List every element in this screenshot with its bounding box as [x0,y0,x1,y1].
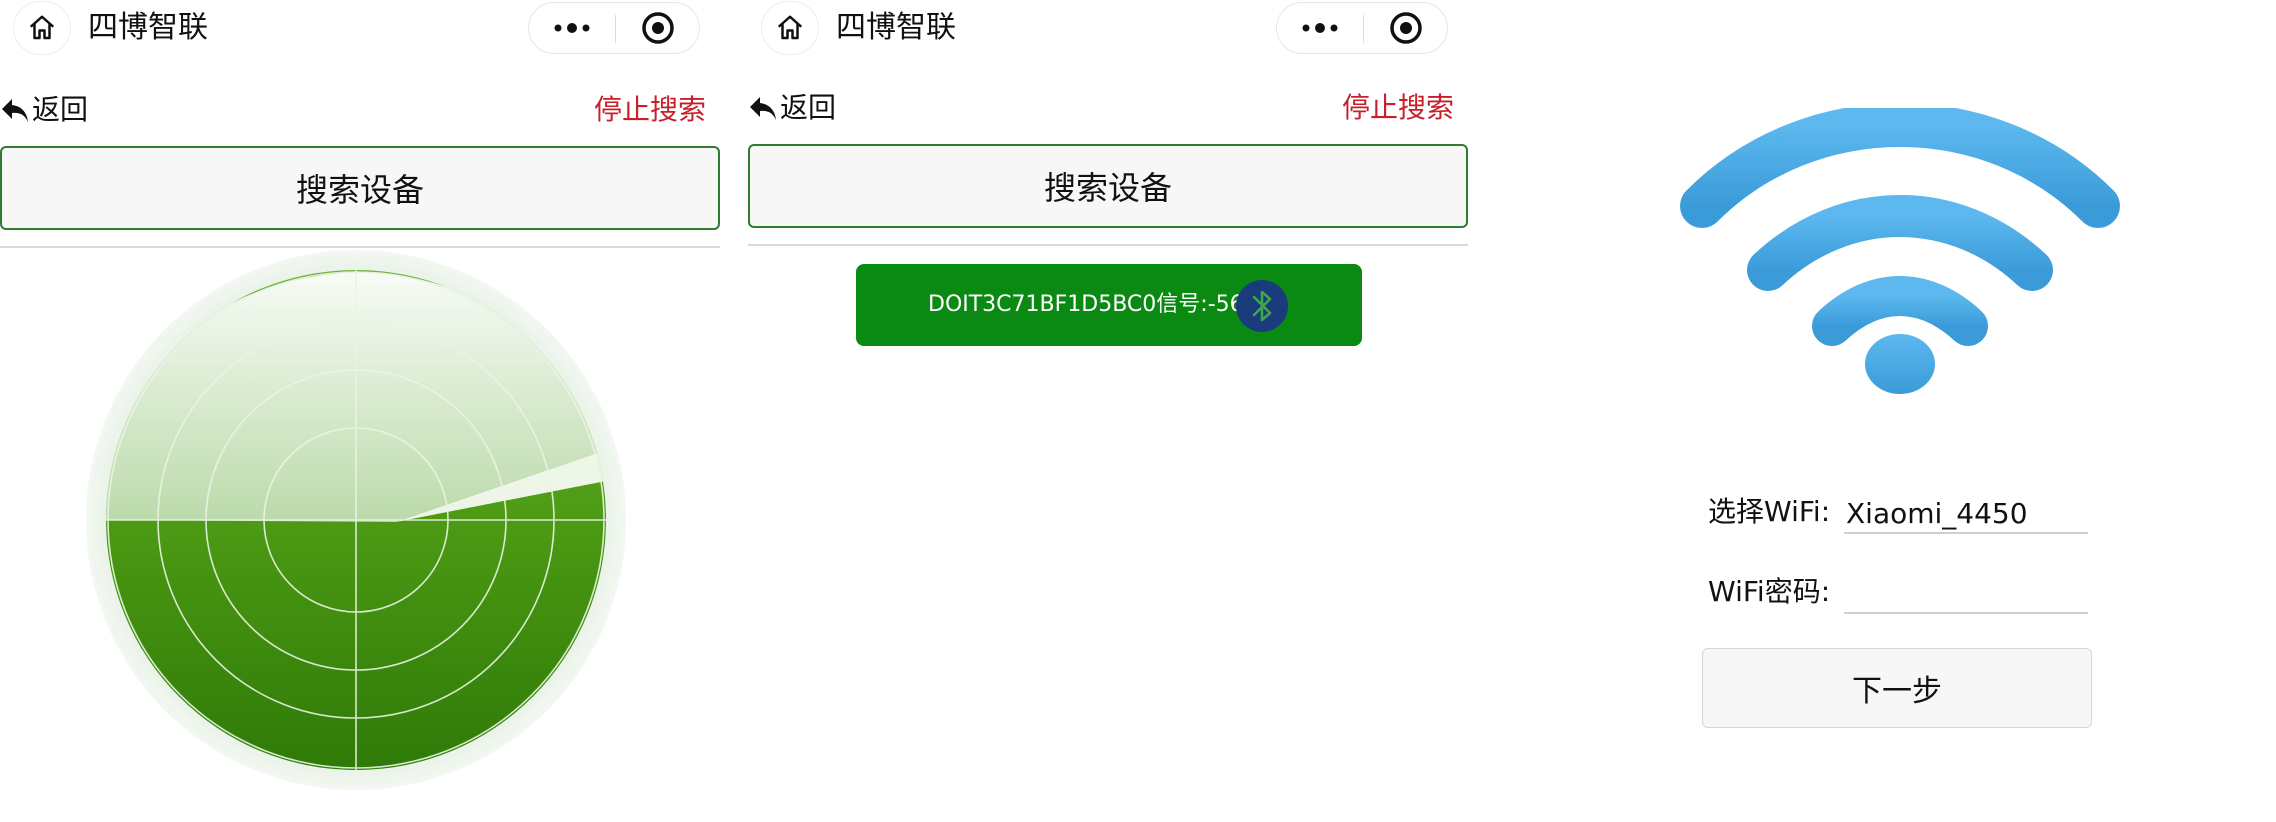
stop-search-link[interactable]: 停止搜索 [594,92,706,128]
navbar: 四博智联 [0,0,720,56]
home-icon [29,15,55,40]
password-field[interactable] [1844,574,2088,614]
more-dots-icon [554,23,590,33]
bluetooth-icon [1252,290,1272,322]
device-name: DOIT3C71BF1D5BC0信号:-56 [928,264,1244,346]
device-signal-label: 信号: [1156,292,1208,317]
back-label: 返回 [32,93,89,126]
capsule-menu [1276,2,1448,54]
wifi-config-screen: 选择WiFi: WiFi密码: 下一步 [1470,0,2276,822]
back-arrow-icon [2,99,28,122]
back-link[interactable]: 返回 [748,90,836,126]
app-title: 四博智联 [88,10,208,45]
ssid-label: 选择WiFi: [1708,495,1831,528]
target-circle-icon [1390,12,1422,44]
divider [748,244,1468,246]
ssid-field[interactable] [1844,494,2088,534]
device-id: DOIT3C71BF1D5BC0 [928,292,1157,317]
target-circle-icon [642,12,674,44]
back-label: 返回 [780,91,837,124]
close-miniprogram-button[interactable] [616,3,700,53]
more-button[interactable] [1277,3,1363,53]
next-step-button[interactable]: 下一步 [1702,648,2092,728]
capsule-menu [528,2,700,54]
results-screen: 四博智联 返回 停止搜索 搜索设备 DOIT3C71BF1D5BC0信号:-56 [748,0,1468,822]
home-button[interactable] [762,2,818,54]
home-icon [777,15,803,40]
navbar: 四博智联 [748,0,1468,56]
stop-search-link[interactable]: 停止搜索 [1342,90,1454,126]
more-button[interactable] [529,3,615,53]
device-list-item[interactable]: DOIT3C71BF1D5BC0信号:-56 [856,264,1362,346]
app-title: 四博智联 [836,10,956,45]
search-device-button[interactable]: 搜索设备 [748,144,1468,228]
close-miniprogram-button[interactable] [1364,3,1448,53]
wifi-icon [1680,108,2120,394]
home-button[interactable] [14,2,70,54]
bluetooth-badge [1236,280,1288,332]
more-dots-icon [1302,23,1338,33]
divider [0,246,720,248]
back-link[interactable]: 返回 [0,92,88,128]
back-arrow-icon [750,97,776,120]
search-screen: 四博智联 返回 停止搜索 搜索设备 [0,0,720,822]
radar-scan-icon [86,250,626,790]
search-device-button[interactable]: 搜索设备 [0,146,720,230]
password-label: WiFi密码: [1708,575,1831,608]
